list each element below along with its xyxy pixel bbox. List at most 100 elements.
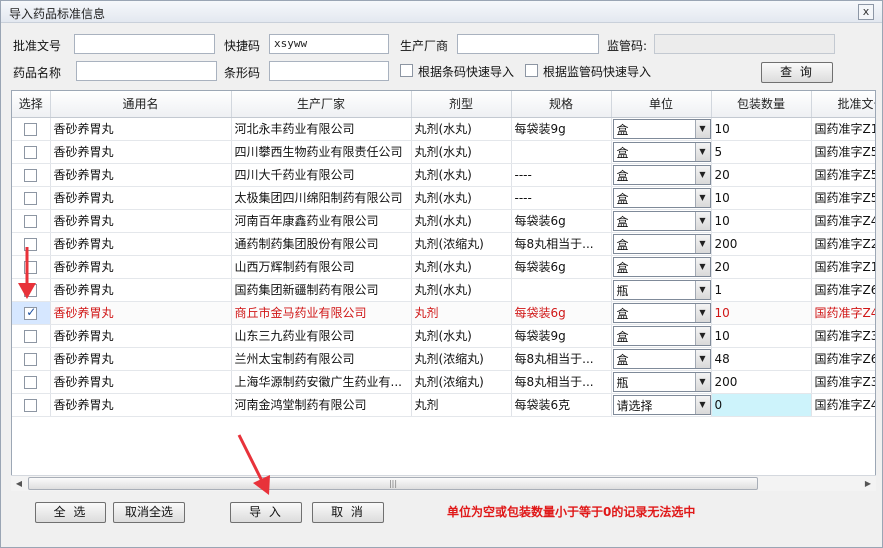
unit-select[interactable]: 盒 ▼ xyxy=(612,141,710,162)
unit-select[interactable]: 盒 ▼ xyxy=(612,187,710,208)
table-row[interactable]: 香砂养胃丸 上海华源制药安徽广生药业有... 丸剂(浓缩丸) 每8丸相当于... 瓶 ▼ 2… xyxy=(12,370,875,394)
select-cell[interactable] xyxy=(12,186,51,210)
deselect-all-button[interactable]: 取消全选 xyxy=(113,502,185,523)
close-button[interactable]: x xyxy=(858,4,874,20)
cell-qty[interactable]: 200 xyxy=(711,370,812,394)
select-all-button[interactable]: 全 选 xyxy=(35,502,106,523)
import-by-barcode-checkbox[interactable] xyxy=(400,64,413,77)
cell-qty[interactable]: 10 xyxy=(711,117,812,141)
cell-qty[interactable]: 0 xyxy=(711,393,812,417)
select-cell[interactable] xyxy=(12,370,51,394)
cell-unit: 盒 ▼ xyxy=(611,301,712,325)
table-row[interactable]: 香砂养胃丸山东三九药业有限公司丸剂(水丸)每袋装9g盒▼10国药准字Z37 xyxy=(12,324,875,348)
approval-no-input[interactable] xyxy=(74,34,215,54)
table-row[interactable]: 香砂养胃丸山西万辉制药有限公司丸剂(水丸)每袋装6g盒▼20国药准字Z14 xyxy=(12,255,875,279)
chevron-down-icon[interactable]: ▼ xyxy=(694,257,710,276)
column-header[interactable]: 生产厂家 xyxy=(231,91,412,118)
cell-qty[interactable]: 20 xyxy=(711,163,812,187)
column-header[interactable]: 通用名 xyxy=(50,91,232,118)
chevron-down-icon[interactable]: ▼ xyxy=(694,211,710,230)
select-cell[interactable] xyxy=(12,347,51,371)
row-checkbox[interactable] xyxy=(24,191,38,205)
unit-select[interactable]: 盒 ▼ xyxy=(612,348,710,369)
chevron-down-icon[interactable]: ▼ xyxy=(694,188,710,207)
unit-select[interactable]: 瓶 ▼ xyxy=(612,371,710,392)
horizontal-scrollbar[interactable]: ◀ ||| ▶ xyxy=(11,475,876,491)
unit-select[interactable]: 请选择 ▼ xyxy=(612,394,710,415)
cell-qty[interactable]: 10 xyxy=(711,186,812,210)
select-cell[interactable] xyxy=(12,163,51,187)
table-row[interactable]: 香砂养胃丸河北永丰药业有限公司丸剂(水丸)每袋装9g盒▼10国药准字Z13 xyxy=(12,117,875,141)
table-row[interactable]: 香砂养胃丸国药集团新疆制药有限公司丸剂(水丸)瓶▼1国药准字Z65 xyxy=(12,278,875,302)
row-checkbox[interactable] xyxy=(24,214,38,228)
column-header[interactable]: 规格 xyxy=(511,91,612,118)
select-cell[interactable] xyxy=(12,117,51,141)
cell-qty[interactable]: 10 xyxy=(711,324,812,348)
chevron-down-icon[interactable]: ▼ xyxy=(694,280,710,299)
cell-qty[interactable]: 1 xyxy=(711,278,812,302)
unit-select[interactable]: 盒 ▼ xyxy=(612,210,710,231)
cell-qty[interactable]: 200 xyxy=(711,232,812,256)
chevron-down-icon[interactable]: ▼ xyxy=(694,142,710,161)
row-checkbox[interactable] xyxy=(24,352,38,366)
chevron-down-icon[interactable]: ▼ xyxy=(694,349,710,368)
select-cell[interactable] xyxy=(12,209,51,233)
column-header[interactable]: 选择 xyxy=(12,91,51,118)
chevron-down-icon[interactable]: ▼ xyxy=(694,119,710,138)
cell-qty[interactable]: 10 xyxy=(711,209,812,233)
manufacturer-input[interactable] xyxy=(457,34,599,54)
table-row[interactable]: 香砂养胃丸 通药制药集团股份有限公司 丸剂(浓缩丸) 每8丸相当于... 盒 ▼ 200 国药… xyxy=(12,232,875,256)
unit-select[interactable]: 瓶 ▼ xyxy=(612,279,710,300)
cell-qty[interactable]: 10 xyxy=(711,301,812,325)
scroll-right-icon[interactable]: ▶ xyxy=(860,476,876,491)
quick-code-input[interactable]: xsyww xyxy=(269,34,389,54)
cell-approval: 国药准字Z14 xyxy=(811,255,875,279)
chevron-down-icon[interactable]: ▼ xyxy=(694,395,710,414)
row-checkbox[interactable] xyxy=(24,329,38,343)
table-row[interactable]: 香砂养胃丸 河南百年康鑫药业有限公司 丸剂(水丸) 每袋装6g 盒 ▼ 10 国药准字Z4 xyxy=(12,209,875,233)
select-cell[interactable] xyxy=(12,301,51,325)
unit-value: 盒 xyxy=(616,306,629,321)
chevron-down-icon[interactable]: ▼ xyxy=(694,372,710,391)
table-row[interactable]: 香砂养胃丸商丘市金马药业有限公司丸剂每袋装6g盒▼10国药准字Z4 xyxy=(12,301,875,325)
unit-select[interactable]: 盒 ▼ xyxy=(612,302,710,323)
table-row[interactable]: 香砂养胃丸 四川攀西生物药业有限责任公司 丸剂(水丸) 盒 ▼ 5 国药准字Z5 xyxy=(12,140,875,164)
chevron-down-icon[interactable]: ▼ xyxy=(694,326,710,345)
cell-qty[interactable]: 48 xyxy=(711,347,812,371)
drug-name-input[interactable] xyxy=(76,61,217,81)
row-checkbox[interactable] xyxy=(24,145,38,159)
unit-select[interactable]: 盒 ▼ xyxy=(612,164,710,185)
select-cell[interactable] xyxy=(12,324,51,348)
table-row[interactable]: 香砂养胃丸 四川大千药业有限公司 丸剂(水丸) ---- 盒 ▼ 20 国药准字Z5 xyxy=(12,163,875,187)
row-checkbox[interactable] xyxy=(24,122,38,136)
cancel-button[interactable]: 取 消 xyxy=(312,502,384,523)
query-button[interactable]: 查 询 xyxy=(761,62,833,83)
row-checkbox[interactable] xyxy=(24,305,38,320)
column-header[interactable]: 批准文号 xyxy=(811,91,875,118)
chevron-down-icon[interactable]: ▼ xyxy=(694,165,710,184)
select-cell[interactable] xyxy=(12,140,51,164)
unit-select[interactable]: 盒 ▼ xyxy=(612,325,710,346)
unit-select[interactable]: 盒 ▼ xyxy=(612,118,710,139)
column-header[interactable]: 单位 xyxy=(611,91,712,118)
cell-qty[interactable]: 5 xyxy=(711,140,812,164)
column-header[interactable]: 包装数量 xyxy=(711,91,812,118)
import-button[interactable]: 导 入 xyxy=(230,502,302,523)
column-header[interactable]: 剂型 xyxy=(411,91,512,118)
chevron-down-icon[interactable]: ▼ xyxy=(694,303,710,322)
select-cell[interactable] xyxy=(12,393,51,417)
table-row[interactable]: 香砂养胃丸 河南金鸿堂制药有限公司 丸剂 每袋装6克 请选择 ▼ 0 国药准字Z4 xyxy=(12,393,875,417)
unit-select[interactable]: 盒 ▼ xyxy=(612,233,710,254)
row-checkbox[interactable] xyxy=(24,398,38,412)
barcode-input[interactable] xyxy=(269,61,389,81)
table-row[interactable]: 香砂养胃丸 太极集团四川绵阳制药有限公司 丸剂(水丸) ---- 盒 ▼ 10 国药准字Z5 xyxy=(12,186,875,210)
cell-qty[interactable]: 20 xyxy=(711,255,812,279)
unit-select[interactable]: 盒 ▼ xyxy=(612,256,710,277)
row-checkbox[interactable] xyxy=(24,375,38,389)
import-by-supervision-checkbox[interactable] xyxy=(525,64,538,77)
table-row[interactable]: 香砂养胃丸 兰州太宝制药有限公司 丸剂(浓缩丸) 每8丸相当于... 盒 ▼ 48 国药准字Z… xyxy=(12,347,875,371)
row-checkbox[interactable] xyxy=(24,168,38,182)
chevron-down-icon[interactable]: ▼ xyxy=(694,234,710,253)
scroll-left-icon[interactable]: ◀ xyxy=(11,476,27,491)
scroll-thumb[interactable]: ||| xyxy=(28,477,758,490)
